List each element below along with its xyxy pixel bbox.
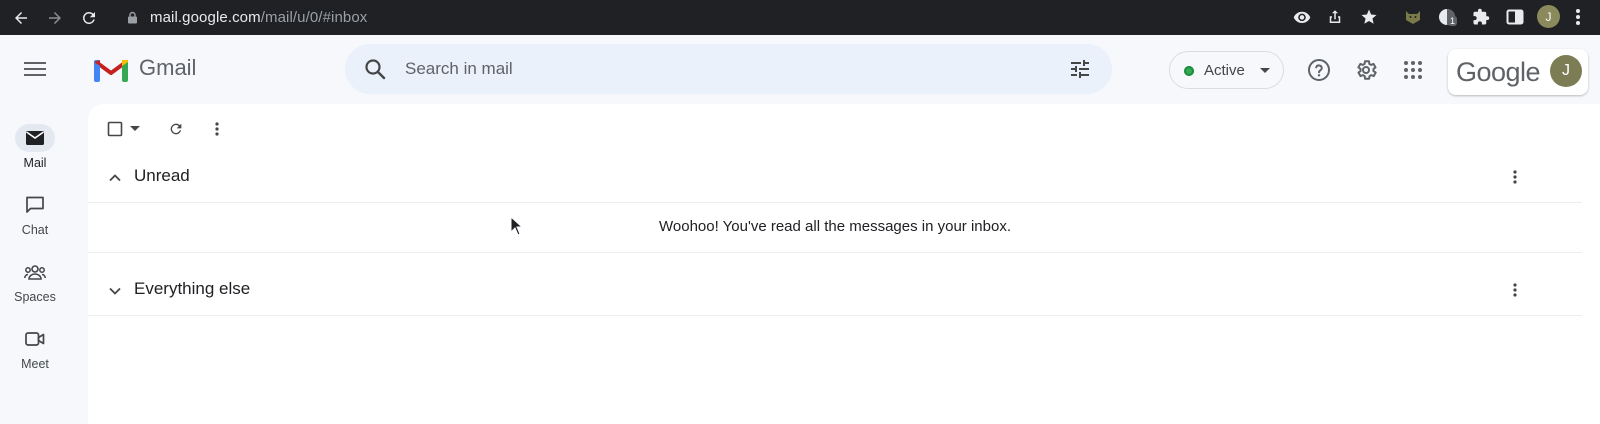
gear-icon — [1357, 60, 1377, 80]
rail-label-chat: Chat — [21, 223, 49, 237]
url-path: /mail/u/0/#inbox — [260, 9, 368, 26]
rail-label-mail: Mail — [23, 156, 47, 170]
caret-down-icon — [1260, 68, 1270, 73]
settings-button[interactable] — [1353, 57, 1379, 83]
puzzle-icon[interactable] — [1471, 7, 1491, 27]
empty-inbox-message: Woohoo! You've read all the messages in … — [659, 218, 1011, 235]
search-input[interactable] — [405, 58, 1005, 80]
kebab-menu-icon[interactable] — [1568, 7, 1588, 27]
section-options-button[interactable] — [1504, 279, 1526, 301]
support-button[interactable] — [1306, 57, 1332, 83]
google-wordmark: Google — [1456, 57, 1541, 87]
hamburger-icon — [24, 62, 46, 76]
caret-down-icon — [130, 126, 140, 131]
section-title-unread: Unread — [134, 166, 190, 185]
back-arrow-icon[interactable] — [10, 7, 32, 29]
gmail-wordmark[interactable]: Gmail — [139, 55, 196, 81]
more-actions-button[interactable] — [206, 118, 228, 140]
sidebar-panel-icon[interactable] — [1505, 7, 1525, 27]
chevron-up-icon[interactable] — [106, 169, 124, 187]
help-icon — [1308, 59, 1330, 81]
refresh-icon — [170, 123, 182, 135]
section-header-everything-else[interactable]: Everything else — [88, 265, 1582, 315]
star-icon[interactable] — [1359, 7, 1379, 27]
forward-arrow-icon[interactable] — [44, 7, 66, 29]
chat-icon — [15, 191, 55, 219]
status-indicator — [1184, 66, 1194, 76]
search-options-icon[interactable] — [1068, 57, 1092, 81]
divider — [88, 252, 1582, 253]
address-bar[interactable]: mail.google.com/mail/u/0/#inbox — [114, 3, 1364, 31]
extension-fox-icon[interactable] — [1403, 7, 1423, 27]
account-avatar: J — [1550, 55, 1582, 87]
chevron-down-icon[interactable] — [106, 282, 124, 300]
mouse-pointer-icon — [510, 216, 524, 236]
extension-badge-count: 1 — [1448, 16, 1458, 26]
rail-item-spaces[interactable]: Spaces — [0, 258, 70, 304]
extension-badge-icon[interactable]: 1 — [1437, 7, 1458, 27]
meet-icon — [15, 325, 55, 353]
divider — [88, 202, 1582, 203]
vertical-dots-icon — [1513, 170, 1517, 184]
mail-icon — [15, 124, 55, 152]
main-menu-button[interactable] — [18, 54, 52, 84]
share-icon[interactable] — [1325, 7, 1345, 27]
url-text: mail.google.com/mail/u/0/#inbox — [150, 9, 367, 26]
search-icon[interactable] — [363, 57, 387, 81]
divider — [88, 315, 1582, 316]
google-account-button[interactable]: Google J — [1448, 49, 1588, 95]
vertical-dots-icon — [215, 122, 219, 136]
browser-profile-avatar[interactable]: J — [1537, 5, 1560, 28]
checkbox-icon — [107, 121, 123, 137]
gmail-logo-icon[interactable] — [94, 56, 128, 82]
reload-icon[interactable] — [78, 7, 100, 29]
select-dropdown-button[interactable] — [128, 118, 142, 140]
url-host: mail.google.com — [150, 9, 261, 26]
status-dropdown[interactable]: Active — [1169, 51, 1284, 89]
apps-grid-icon — [1404, 61, 1422, 79]
rail-label-meet: Meet — [21, 357, 49, 371]
rail-item-meet[interactable]: Meet — [0, 325, 70, 371]
section-options-button[interactable] — [1504, 166, 1526, 188]
refresh-button[interactable] — [165, 118, 187, 140]
status-label: Active — [1204, 62, 1245, 79]
vertical-dots-icon — [1513, 283, 1517, 297]
lock-icon — [128, 11, 137, 24]
select-all-checkbox[interactable] — [104, 118, 126, 140]
rail-label-spaces: Spaces — [14, 290, 56, 304]
inbox-panel: Unread Woohoo! You've read all the messa… — [88, 104, 1600, 424]
spaces-icon — [15, 258, 55, 286]
browser-toolbar: mail.google.com/mail/u/0/#inbox 1 J — [0, 0, 1600, 35]
rail-item-mail[interactable]: Mail — [0, 124, 70, 170]
rail-item-chat[interactable]: Chat — [0, 191, 70, 237]
search-bar[interactable] — [345, 44, 1112, 94]
section-title-everything-else: Everything else — [134, 279, 251, 298]
section-header-unread[interactable]: Unread — [88, 152, 1582, 202]
google-apps-button[interactable] — [1400, 57, 1426, 83]
eye-icon[interactable] — [1292, 7, 1312, 27]
